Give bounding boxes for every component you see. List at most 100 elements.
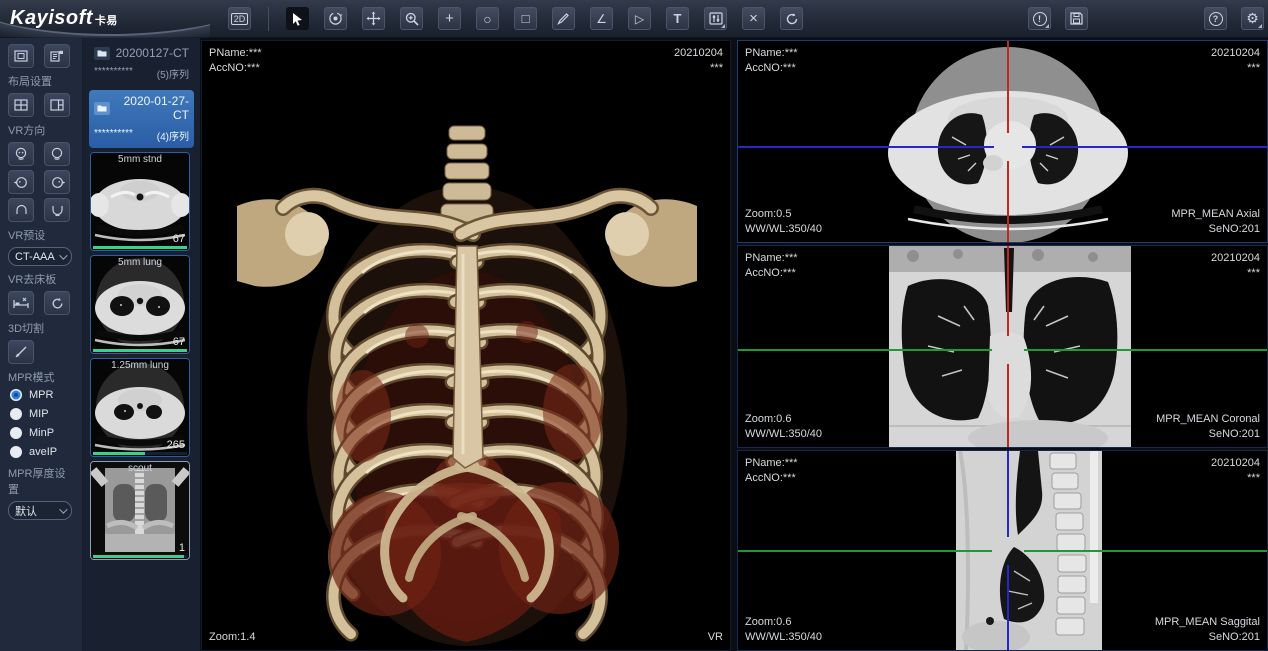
left-sidebar: 布局设置 VR方向 VR预设 CT-AAA VR去床板 3D切割 MPR模式 M… bbox=[0, 38, 83, 651]
ellipse-roi-button[interactable]: ○ bbox=[476, 7, 499, 30]
study-series-count: (4)序列 bbox=[157, 128, 189, 143]
axial-study-overlay: 20210204 *** bbox=[1211, 46, 1260, 76]
study-date: 20210204 bbox=[674, 46, 723, 61]
mpr-label: MPR_MEAN Axial bbox=[1171, 207, 1260, 222]
thumb-count: 67 bbox=[173, 233, 185, 245]
folder-open-icon bbox=[94, 102, 110, 115]
mode-label: MIP bbox=[29, 408, 49, 420]
help-icon: ? bbox=[1209, 12, 1223, 26]
thumb-label: 5mm lung bbox=[91, 257, 189, 268]
radio-icon bbox=[10, 427, 22, 439]
logo-text: Kayisoft bbox=[10, 7, 93, 29]
zoom-factor: Zoom:0.6 bbox=[745, 412, 822, 427]
study-item-2-selected[interactable]: 2020-01-27-CT ********** (4)序列 bbox=[89, 90, 194, 148]
mpr-axial-viewport[interactable]: PName:*** AccNO:*** 20210204 *** Zoom:0.… bbox=[737, 40, 1268, 243]
gear-icon: ⚙ bbox=[1246, 10, 1259, 27]
radio-icon bbox=[10, 446, 22, 458]
rect-roi-button[interactable]: □ bbox=[514, 7, 537, 30]
close-x-icon: × bbox=[749, 10, 758, 27]
vr-dir-anterior-button[interactable] bbox=[8, 142, 34, 166]
bed-restore-button[interactable] bbox=[44, 291, 70, 315]
thumb-progress bbox=[93, 555, 187, 558]
thumb-label: 5mm stnd bbox=[91, 154, 189, 165]
series-number: SeNO:201 bbox=[1155, 630, 1260, 645]
cursor-tool-button[interactable] bbox=[286, 7, 309, 30]
layout-grid-2x2-button[interactable] bbox=[8, 93, 34, 117]
2d-icon: 2D bbox=[231, 13, 249, 25]
thumb-count: 67 bbox=[173, 336, 185, 348]
vr-study-overlay: 20210204 *** bbox=[674, 46, 723, 76]
pan-tool-button[interactable] bbox=[362, 7, 385, 30]
settings-button[interactable]: ⚙ bbox=[1241, 7, 1264, 30]
pname: PName:*** bbox=[745, 251, 798, 266]
toolbar-divider bbox=[268, 7, 269, 31]
help-button[interactable]: ? bbox=[1204, 7, 1227, 30]
mpr-mode-option-aveip[interactable]: aveIP bbox=[10, 446, 76, 458]
mpr-coronal-viewport[interactable]: PName:*** AccNO:*** 20210204 *** Zoom:0.… bbox=[737, 245, 1268, 448]
mpr-sagittal-viewport[interactable]: PName:*** AccNO:*** 20210204 *** Zoom:0.… bbox=[737, 450, 1268, 651]
mpr-mode-option-minp[interactable]: MinP bbox=[10, 427, 76, 439]
study-title: 20200127-CT bbox=[114, 46, 189, 60]
vr-dir-inferior-button[interactable] bbox=[44, 198, 70, 222]
corner-expand-icon bbox=[1258, 24, 1262, 28]
study-item-1[interactable]: 20200127-CT ********** (5)序列 bbox=[89, 42, 194, 86]
study-date: 20210204 bbox=[1211, 251, 1260, 266]
reset-view-button[interactable] bbox=[780, 7, 803, 30]
report-button[interactable]: ! bbox=[1028, 7, 1051, 30]
vr-dir-posterior-button[interactable] bbox=[44, 142, 70, 166]
cut-3d-button[interactable] bbox=[8, 340, 34, 364]
reset-icon bbox=[785, 12, 799, 26]
vr-viewport[interactable]: PName:*** AccNO:*** 20210204 *** Zoom:1.… bbox=[201, 40, 731, 651]
bed-removal-button[interactable] bbox=[8, 291, 34, 315]
study-title: 2020-01-27-CT bbox=[114, 94, 189, 122]
mpr-thickness-select[interactable]: 默认 bbox=[8, 501, 72, 520]
vr-preset-select[interactable]: CT-AAA bbox=[8, 247, 72, 266]
radio-icon bbox=[10, 408, 22, 420]
vr-patient-overlay: PName:*** AccNO:*** bbox=[209, 46, 262, 76]
pname: PName:*** bbox=[745, 46, 798, 61]
vr-dir-superior-button[interactable] bbox=[8, 198, 34, 222]
cursor-icon bbox=[291, 12, 304, 26]
corner-expand-icon bbox=[1045, 24, 1049, 28]
mpr-mode-option-mpr[interactable]: MPR bbox=[10, 389, 76, 401]
study-series-count: (5)序列 bbox=[157, 66, 189, 81]
vr-dir-left-button[interactable] bbox=[8, 170, 34, 194]
angle-icon: ∠ bbox=[596, 12, 607, 26]
text-icon: T bbox=[674, 11, 682, 26]
ellipse-icon: ○ bbox=[483, 11, 491, 27]
angle-measure-button[interactable]: ∠ bbox=[590, 7, 613, 30]
study-date: 20210204 bbox=[1211, 456, 1260, 471]
thumb-progress bbox=[93, 452, 187, 455]
masked-value: *** bbox=[1211, 266, 1260, 281]
grid-2x2-icon bbox=[14, 99, 28, 111]
save-button[interactable] bbox=[1065, 7, 1088, 30]
coronal-zoom-overlay: Zoom:0.6 WW/WL:350/40 bbox=[745, 412, 822, 442]
layout-1-2-button[interactable] bbox=[44, 93, 70, 117]
cine-play-button[interactable]: ▷ bbox=[628, 7, 651, 30]
sagittal-zoom-overlay: Zoom:0.6 WW/WL:350/40 bbox=[745, 615, 822, 645]
view-2d-button[interactable]: 2D bbox=[228, 7, 251, 30]
measure-line-button[interactable] bbox=[552, 7, 575, 30]
rotate-3d-button[interactable] bbox=[324, 7, 347, 30]
layout-single-icon bbox=[14, 50, 28, 62]
thumb-count: 1 bbox=[179, 542, 185, 554]
vr-dir-right-button[interactable] bbox=[44, 170, 70, 194]
window-level-button[interactable] bbox=[704, 7, 727, 30]
series-thumb-5mm-stnd[interactable]: 5mm stnd 67 bbox=[90, 152, 190, 251]
vr-preset-value: CT-AAA bbox=[15, 251, 55, 263]
cut-3d-label: 3D切割 bbox=[8, 320, 76, 336]
layout-single-button[interactable] bbox=[8, 44, 34, 68]
text-annotation-button[interactable]: T bbox=[666, 7, 689, 30]
series-thumb-5mm-lung[interactable]: 5mm lung 67 bbox=[90, 255, 190, 354]
layout-report-button[interactable] bbox=[44, 44, 70, 68]
crosshair-tool-button[interactable]: + bbox=[438, 7, 461, 30]
series-thumb-scout[interactable]: scout 1 bbox=[90, 461, 190, 560]
mpr-mode-label: MPR模式 bbox=[8, 369, 76, 385]
mpr-mode-option-mip[interactable]: MIP bbox=[10, 408, 76, 420]
scout-thumb-image bbox=[91, 462, 189, 559]
delete-annotation-button[interactable]: × bbox=[742, 7, 765, 30]
vr-mode-overlay: VR bbox=[708, 630, 723, 645]
zoom-factor: Zoom:0.5 bbox=[745, 207, 822, 222]
series-thumb-125mm-lung[interactable]: 1.25mm lung 265 bbox=[90, 358, 190, 457]
zoom-tool-button[interactable] bbox=[400, 7, 423, 30]
